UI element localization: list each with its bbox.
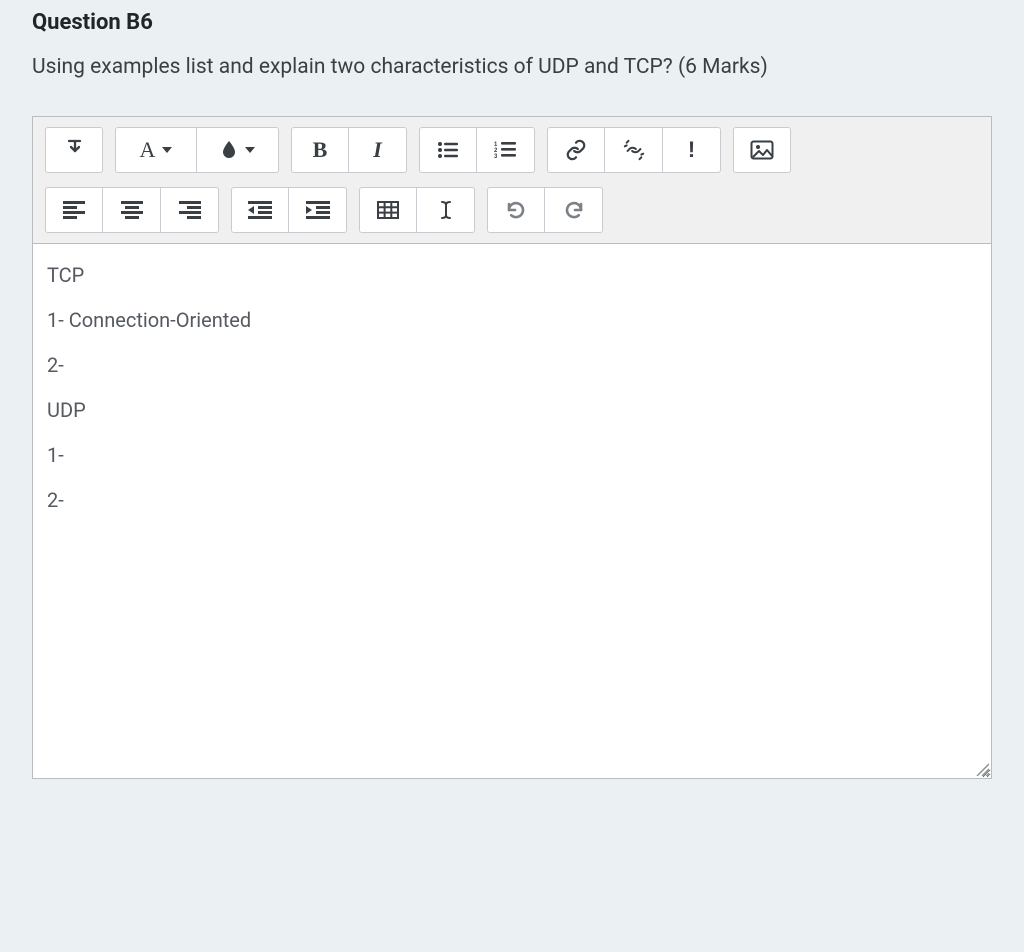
undo-icon [505, 200, 527, 220]
droplet-icon [220, 139, 238, 161]
clear-formatting-button[interactable] [417, 187, 475, 233]
font-family-button[interactable]: A [115, 127, 197, 173]
align-right-button[interactable] [161, 187, 219, 233]
svg-text:3: 3 [494, 154, 498, 160]
insert-link-button[interactable] [547, 127, 605, 173]
font-family-letter: A [140, 137, 156, 163]
paragraph-arrow-icon [64, 139, 84, 161]
table-icon [377, 201, 399, 219]
content-line: UDP [47, 397, 977, 424]
bold-icon: B [313, 137, 328, 163]
align-left-icon [63, 201, 85, 219]
editor-toolbar: A B I [33, 117, 991, 244]
content-line: TCP [47, 262, 977, 289]
insert-table-button[interactable] [359, 187, 417, 233]
paragraph-direction-button[interactable] [45, 127, 103, 173]
content-line: 1- [47, 442, 977, 469]
content-line: 1- Connection-Oriented [47, 307, 977, 334]
resize-handle-icon [975, 762, 989, 776]
numbered-list-icon: 1 2 3 [494, 140, 518, 160]
blockquote-button[interactable]: ! [663, 127, 721, 173]
indent-button[interactable] [289, 187, 347, 233]
content-line: 2- [47, 352, 977, 379]
chevron-down-icon [245, 147, 255, 153]
outdent-button[interactable] [231, 187, 289, 233]
exclamation-icon: ! [688, 137, 695, 163]
italic-button[interactable]: I [349, 127, 407, 173]
undo-button[interactable] [487, 187, 545, 233]
ordered-list-button[interactable]: 1 2 3 [477, 127, 535, 173]
outdent-icon [248, 201, 272, 219]
redo-button[interactable] [545, 187, 603, 233]
align-center-icon [121, 201, 143, 219]
align-left-button[interactable] [45, 187, 103, 233]
insert-image-button[interactable] [733, 127, 791, 173]
align-right-icon [179, 201, 201, 219]
question-text: Using examples list and explain two char… [32, 51, 992, 84]
question-title: Question B6 [32, 10, 992, 35]
indent-icon [306, 201, 330, 219]
unordered-list-button[interactable] [419, 127, 477, 173]
italic-icon: I [373, 137, 382, 163]
remove-link-button[interactable] [605, 127, 663, 173]
text-color-button[interactable] [197, 127, 279, 173]
redo-icon [563, 200, 585, 220]
link-icon [565, 139, 587, 161]
bold-button[interactable]: B [291, 127, 349, 173]
chevron-down-icon [162, 147, 172, 153]
text-cursor-icon [437, 199, 455, 221]
content-line: 2- [47, 487, 977, 514]
question-block: Question B6 Using examples list and expl… [32, 10, 992, 84]
bullet-list-icon [437, 140, 459, 160]
editor-content-area[interactable]: TCP 1- Connection-Oriented 2- UDP 1- 2- [33, 244, 991, 778]
image-icon [750, 140, 774, 160]
align-center-button[interactable] [103, 187, 161, 233]
unlink-icon [622, 139, 646, 161]
rich-text-editor: A B I [32, 116, 992, 779]
